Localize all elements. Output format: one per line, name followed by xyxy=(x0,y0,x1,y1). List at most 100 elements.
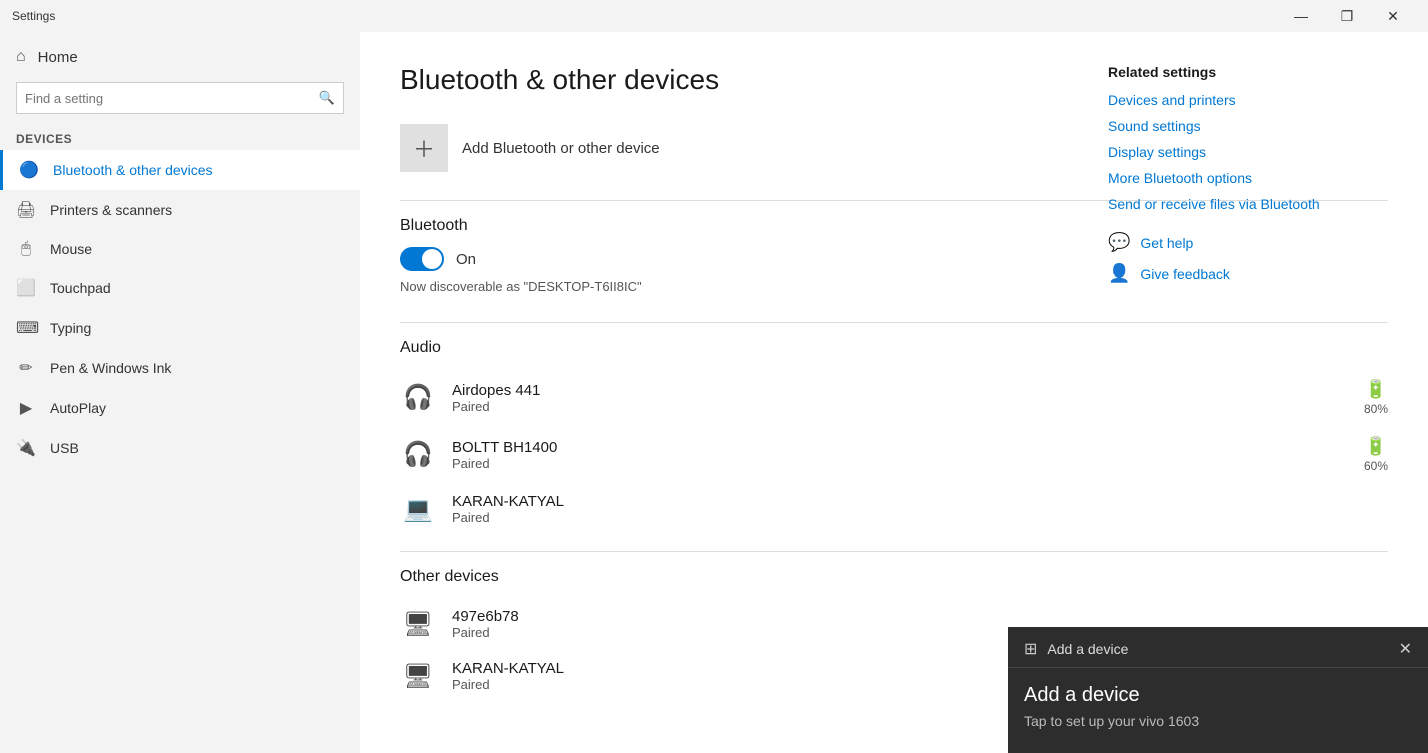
related-link-2[interactable]: Display settings xyxy=(1108,144,1388,160)
battery-icon-0: 🔋 xyxy=(1365,379,1387,400)
sidebar-icon-bluetooth: 🔵 xyxy=(19,160,39,180)
device-status-2: Paired xyxy=(452,510,1388,525)
main-content: Bluetooth & other devices ＋ Add Bluetoot… xyxy=(360,32,1428,753)
popup-header-left: ⊞ Add a device xyxy=(1024,639,1128,659)
related-link-3[interactable]: More Bluetooth options xyxy=(1108,170,1388,186)
sidebar-label-typing: Typing xyxy=(50,320,91,336)
help-items-list: 💬 Get help 👤 Give feedback xyxy=(1108,232,1388,284)
sidebar: ⌂ Home 🔍 Devices 🔵 Bluetooth & other dev… xyxy=(0,32,360,753)
device-name-0: Airdopes 441 xyxy=(452,382,1348,399)
sidebar-icon-autoplay: ▶ xyxy=(16,398,36,418)
related-settings-title: Related settings xyxy=(1108,64,1388,80)
device-status-0: Paired xyxy=(452,399,1348,414)
device-name-2: KARAN-KATYAL xyxy=(452,493,1388,510)
sidebar-section-label: Devices xyxy=(0,126,360,150)
device-info-1: BOLTT BH1400 Paired xyxy=(452,439,1348,471)
sidebar-icon-printers: 🖨 xyxy=(16,200,36,220)
sidebar-item-touchpad[interactable]: ⬜ Touchpad xyxy=(0,268,360,308)
sidebar-label-usb: USB xyxy=(50,440,79,456)
sidebar-items-container: 🔵 Bluetooth & other devices 🖨 Printers &… xyxy=(0,150,360,468)
sidebar-item-bluetooth[interactable]: 🔵 Bluetooth & other devices xyxy=(0,150,360,190)
battery-info-0: 🔋 80% xyxy=(1364,379,1388,416)
related-settings-panel: Related settings Devices and printers Sou… xyxy=(1108,64,1388,294)
plus-icon: ＋ xyxy=(413,132,435,164)
sidebar-item-home[interactable]: ⌂ Home xyxy=(0,40,360,74)
sidebar-item-autoplay[interactable]: ▶ AutoPlay xyxy=(0,388,360,428)
bluetooth-toggle[interactable] xyxy=(400,247,444,271)
sidebar-icon-touchpad: ⬜ xyxy=(16,278,36,298)
popup-header: ⊞ Add a device ✕ xyxy=(1008,627,1428,668)
home-icon: ⌂ xyxy=(16,48,26,66)
device-info-2: KARAN-KATYAL Paired xyxy=(452,493,1388,525)
sidebar-icon-pen: ✏ xyxy=(16,358,36,378)
related-link-4[interactable]: Send or receive files via Bluetooth xyxy=(1108,196,1388,212)
help-section: 💬 Get help 👤 Give feedback xyxy=(1108,232,1388,284)
minimize-button[interactable]: — xyxy=(1278,0,1324,32)
add-device-icon-box: ＋ xyxy=(400,124,448,172)
sidebar-label-printers: Printers & scanners xyxy=(50,202,172,218)
audio-section-title: Audio xyxy=(400,339,1388,357)
other-devices-section-title: Other devices xyxy=(400,568,1388,586)
other-device-icon-0: 🖥 xyxy=(400,610,436,639)
sidebar-label-autoplay: AutoPlay xyxy=(50,400,106,416)
popup-sub-text: Tap to set up your vivo 1603 xyxy=(1024,713,1412,729)
maximize-button[interactable]: ❐ xyxy=(1324,0,1370,32)
battery-info-1: 🔋 60% xyxy=(1364,436,1388,473)
help-icon-0: 💬 xyxy=(1108,232,1130,253)
divider-3 xyxy=(400,551,1388,552)
related-link-1[interactable]: Sound settings xyxy=(1108,118,1388,134)
window-controls: — ❐ ✕ xyxy=(1278,0,1416,32)
device-status-1: Paired xyxy=(452,456,1348,471)
battery-pct-1: 60% xyxy=(1364,459,1388,473)
audio-device-2[interactable]: 💻 KARAN-KATYAL Paired xyxy=(400,483,1388,535)
audio-device-0[interactable]: 🎧 Airdopes 441 Paired 🔋 80% xyxy=(400,369,1388,426)
sidebar-icon-mouse: 🖱 xyxy=(16,240,36,258)
help-label-0: Get help xyxy=(1140,235,1193,251)
app-body: ⌂ Home 🔍 Devices 🔵 Bluetooth & other dev… xyxy=(0,32,1428,753)
notification-popup: ⊞ Add a device ✕ Add a device Tap to set… xyxy=(1008,627,1428,753)
sidebar-item-typing[interactable]: ⌨ Typing xyxy=(0,308,360,348)
sidebar-label-bluetooth: Bluetooth & other devices xyxy=(53,162,213,178)
other-device-icon-1: 🖥 xyxy=(400,662,436,691)
audio-devices-list: 🎧 Airdopes 441 Paired 🔋 80% 🎧 BOLTT BH14… xyxy=(400,369,1388,535)
sidebar-label-pen: Pen & Windows Ink xyxy=(50,360,171,376)
help-item-1[interactable]: 👤 Give feedback xyxy=(1108,263,1388,284)
battery-pct-0: 80% xyxy=(1364,402,1388,416)
device-info-0: Airdopes 441 Paired xyxy=(452,382,1348,414)
popup-header-title: Add a device xyxy=(1047,641,1128,657)
device-name-1: BOLTT BH1400 xyxy=(452,439,1348,456)
popup-header-icon: ⊞ xyxy=(1024,639,1037,659)
add-device-label: Add Bluetooth or other device xyxy=(462,140,660,157)
close-button[interactable]: ✕ xyxy=(1370,0,1416,32)
sidebar-item-mouse[interactable]: 🖱 Mouse xyxy=(0,230,360,268)
help-item-0[interactable]: 💬 Get help xyxy=(1108,232,1388,253)
audio-device-1[interactable]: 🎧 BOLTT BH1400 Paired 🔋 60% xyxy=(400,426,1388,483)
search-button[interactable]: 🔍 xyxy=(319,90,335,106)
device-icon-2: 💻 xyxy=(400,495,436,524)
sidebar-item-pen[interactable]: ✏ Pen & Windows Ink xyxy=(0,348,360,388)
title-bar: Settings — ❐ ✕ xyxy=(0,0,1428,32)
popup-main-title: Add a device xyxy=(1024,684,1412,707)
search-input[interactable] xyxy=(25,91,319,106)
popup-close-button[interactable]: ✕ xyxy=(1399,639,1412,659)
device-icon-1: 🎧 xyxy=(400,440,436,469)
bluetooth-toggle-label: On xyxy=(456,251,476,268)
sidebar-item-usb[interactable]: 🔌 USB xyxy=(0,428,360,468)
sidebar-icon-typing: ⌨ xyxy=(16,318,36,338)
search-box: 🔍 xyxy=(16,82,344,114)
sidebar-item-printers[interactable]: 🖨 Printers & scanners xyxy=(0,190,360,230)
help-icon-1: 👤 xyxy=(1108,263,1130,284)
help-label-1: Give feedback xyxy=(1140,266,1230,282)
toggle-knob xyxy=(422,249,442,269)
battery-icon-1: 🔋 xyxy=(1365,436,1387,457)
popup-body: Add a device Tap to set up your vivo 160… xyxy=(1008,668,1428,753)
device-icon-0: 🎧 xyxy=(400,383,436,412)
home-label: Home xyxy=(38,49,78,66)
sidebar-label-mouse: Mouse xyxy=(50,241,92,257)
divider-2 xyxy=(400,322,1388,323)
sidebar-label-touchpad: Touchpad xyxy=(50,280,111,296)
other-device-name-0: 497e6b78 xyxy=(452,608,1388,625)
related-link-0[interactable]: Devices and printers xyxy=(1108,92,1388,108)
related-links-list: Devices and printers Sound settings Displa… xyxy=(1108,92,1388,212)
window-title: Settings xyxy=(12,9,55,23)
